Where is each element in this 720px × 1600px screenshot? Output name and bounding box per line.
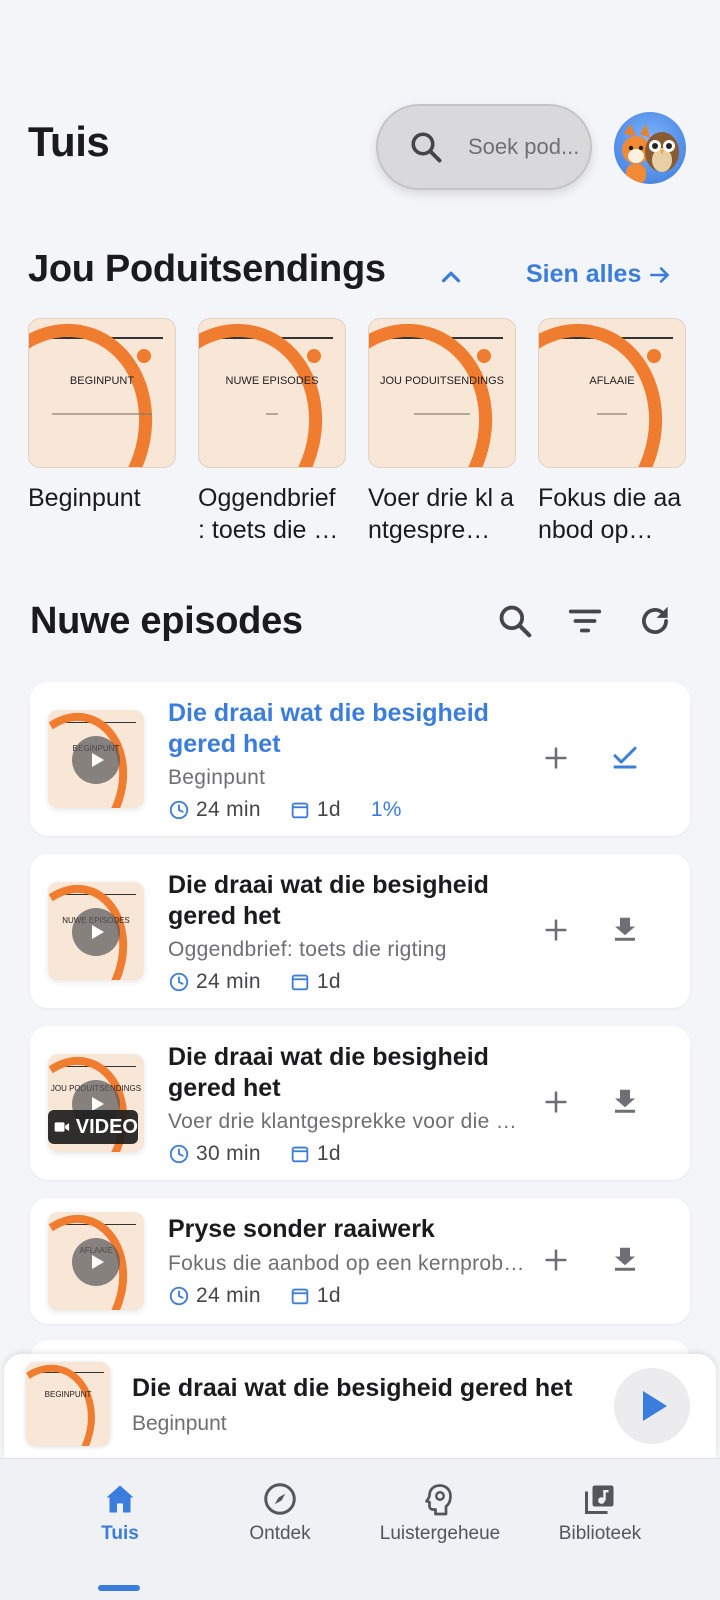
home-icon <box>106 1485 134 1513</box>
episode-duration: 24 min <box>196 1284 261 1307</box>
refresh-icon[interactable] <box>636 602 674 640</box>
episode-date: 1d <box>316 798 341 821</box>
episode-title: Die draai wat die besigheid gered het <box>168 699 489 758</box>
episode-artwork: BEGINPUNT <box>48 710 144 808</box>
episode-artwork: NUWE EPISODES <box>48 882 144 980</box>
add-icon[interactable] <box>542 1088 570 1116</box>
calendar-icon <box>291 1288 309 1305</box>
play-icon <box>643 1391 667 1421</box>
episode-card[interactable]: AFLAAIE Pryse sonder raaiwerk Fokus die … <box>30 1198 690 1324</box>
see-all-label: Sien alles <box>526 260 642 288</box>
active-nav-indicator <box>98 1585 140 1591</box>
podcast-card[interactable]: JOU PODUITSENDINGS Voer drie kl antgespr… <box>368 318 516 546</box>
calendar-icon <box>291 974 309 991</box>
compass-icon <box>264 1483 296 1515</box>
podcast-artwork: AFLAAIE <box>538 318 686 468</box>
mini-player-title: Die draai wat die besigheid gered het <box>132 1374 573 1402</box>
podcast-name: Oggendbrief : toets die … <box>198 484 339 544</box>
episode-title: Die draai wat die besigheid gered het <box>168 871 489 930</box>
episode-meta: 24 min 1d <box>168 970 341 994</box>
download-icon[interactable] <box>610 914 640 944</box>
library-music-icon <box>585 1485 614 1514</box>
mini-player-podcast: Beginpunt <box>132 1412 227 1435</box>
podcast-card[interactable]: BEGINPUNT Beginpunt <box>28 318 176 514</box>
calendar-icon <box>291 802 309 819</box>
episode-meta: 30 min 1d <box>168 1142 341 1166</box>
clock-icon <box>169 1286 189 1306</box>
podcast-name: Fokus die aanbod op… <box>538 484 682 544</box>
clock-icon <box>169 800 189 820</box>
search-icon[interactable] <box>496 602 534 640</box>
chevron-up-icon[interactable] <box>436 262 466 292</box>
download-icon[interactable] <box>610 1244 640 1274</box>
arrow-right-icon <box>650 266 670 283</box>
add-icon[interactable] <box>542 916 570 944</box>
page-title: Tuis <box>28 118 110 165</box>
bottom-nav: Tuis Ontdek Luistergeheue Biblioteek <box>0 1458 720 1600</box>
nav-item-library[interactable]: Biblioteek <box>520 1481 680 1545</box>
fox-owl-avatar-image <box>622 124 679 184</box>
episode-card[interactable]: BEGINPUNT Die draai wat die besigheid ge… <box>30 682 690 836</box>
brain-icon <box>425 1484 452 1516</box>
mini-player-artwork: BEGINPUNT <box>26 1362 110 1446</box>
episode-card[interactable]: NUWE EPISODES Die draai wat die besighei… <box>30 854 690 1008</box>
play-icon[interactable] <box>72 1238 120 1286</box>
video-badge: VIDEO <box>48 1110 138 1144</box>
podcast-artwork: BEGINPUNT <box>28 318 176 468</box>
episode-title: Die draai wat die besigheid gered het <box>168 1043 489 1102</box>
podcast-card[interactable]: NUWE EPISODES Oggendbrief : toets die … <box>198 318 346 546</box>
episode-podcast: Voer drie klantgesprekke voor die bou <box>168 1110 528 1133</box>
play-icon[interactable] <box>72 736 120 784</box>
episode-artwork: AFLAAIE <box>48 1212 144 1310</box>
play-button[interactable] <box>614 1368 690 1444</box>
see-all-link[interactable]: Sien alles <box>526 260 673 289</box>
podcast-name: Beginpunt <box>28 484 141 512</box>
search-placeholder: Soek pod... <box>468 134 580 159</box>
podcasts-section-title: Jou Poduitsendings <box>28 248 386 290</box>
episode-progress: 1% <box>370 798 402 821</box>
episode-podcast: Oggendbrief: toets die rigting <box>168 938 447 961</box>
episode-card[interactable]: JOU PODUITSENDINGS VIDEO Die draai wat d… <box>30 1026 690 1180</box>
episode-duration: 30 min <box>196 1142 261 1165</box>
episode-meta: 24 min 1d <box>168 1284 341 1308</box>
avatar[interactable] <box>614 112 686 184</box>
add-icon[interactable] <box>542 744 570 772</box>
clock-icon <box>169 1144 189 1164</box>
podcast-artwork: JOU PODUITSENDINGS <box>368 318 516 468</box>
episodes-section-title: Nuwe episodes <box>30 600 303 642</box>
videocam-icon <box>54 1122 70 1132</box>
podcast-name: Voer drie kl antgespre… <box>368 484 514 544</box>
episode-podcast: Fokus die aanbod op een kernprobleem <box>168 1252 528 1275</box>
clock-icon <box>169 972 189 992</box>
podcast-artwork: NUWE EPISODES <box>198 318 346 468</box>
episode-duration: 24 min <box>196 970 261 993</box>
search-bar[interactable]: Soek pod... <box>376 104 592 190</box>
search-icon <box>411 132 442 163</box>
episode-date: 1d <box>316 1142 341 1165</box>
episode-date: 1d <box>316 1284 341 1307</box>
nav-item-home[interactable]: Tuis <box>40 1481 200 1545</box>
mini-player[interactable]: BEGINPUNT Die draai wat die besigheid ge… <box>4 1354 716 1458</box>
podcast-card[interactable]: AFLAAIE Fokus die aanbod op… <box>538 318 686 546</box>
episode-duration: 24 min <box>196 798 261 821</box>
episode-date: 1d <box>316 970 341 993</box>
filter-icon[interactable] <box>566 602 604 640</box>
episode-podcast: Beginpunt <box>168 766 266 789</box>
done-check-icon[interactable] <box>610 742 640 772</box>
episode-title: Pryse sonder raaiwerk <box>168 1215 435 1243</box>
nav-item-listen-memory[interactable]: Luistergeheue <box>360 1481 520 1545</box>
episode-meta: 24 min 1d 1% <box>168 798 402 822</box>
calendar-icon <box>291 1146 309 1163</box>
add-icon[interactable] <box>542 1246 570 1274</box>
play-icon[interactable] <box>72 908 120 956</box>
download-icon[interactable] <box>610 1086 640 1116</box>
nav-item-discover[interactable]: Ontdek <box>200 1481 360 1545</box>
